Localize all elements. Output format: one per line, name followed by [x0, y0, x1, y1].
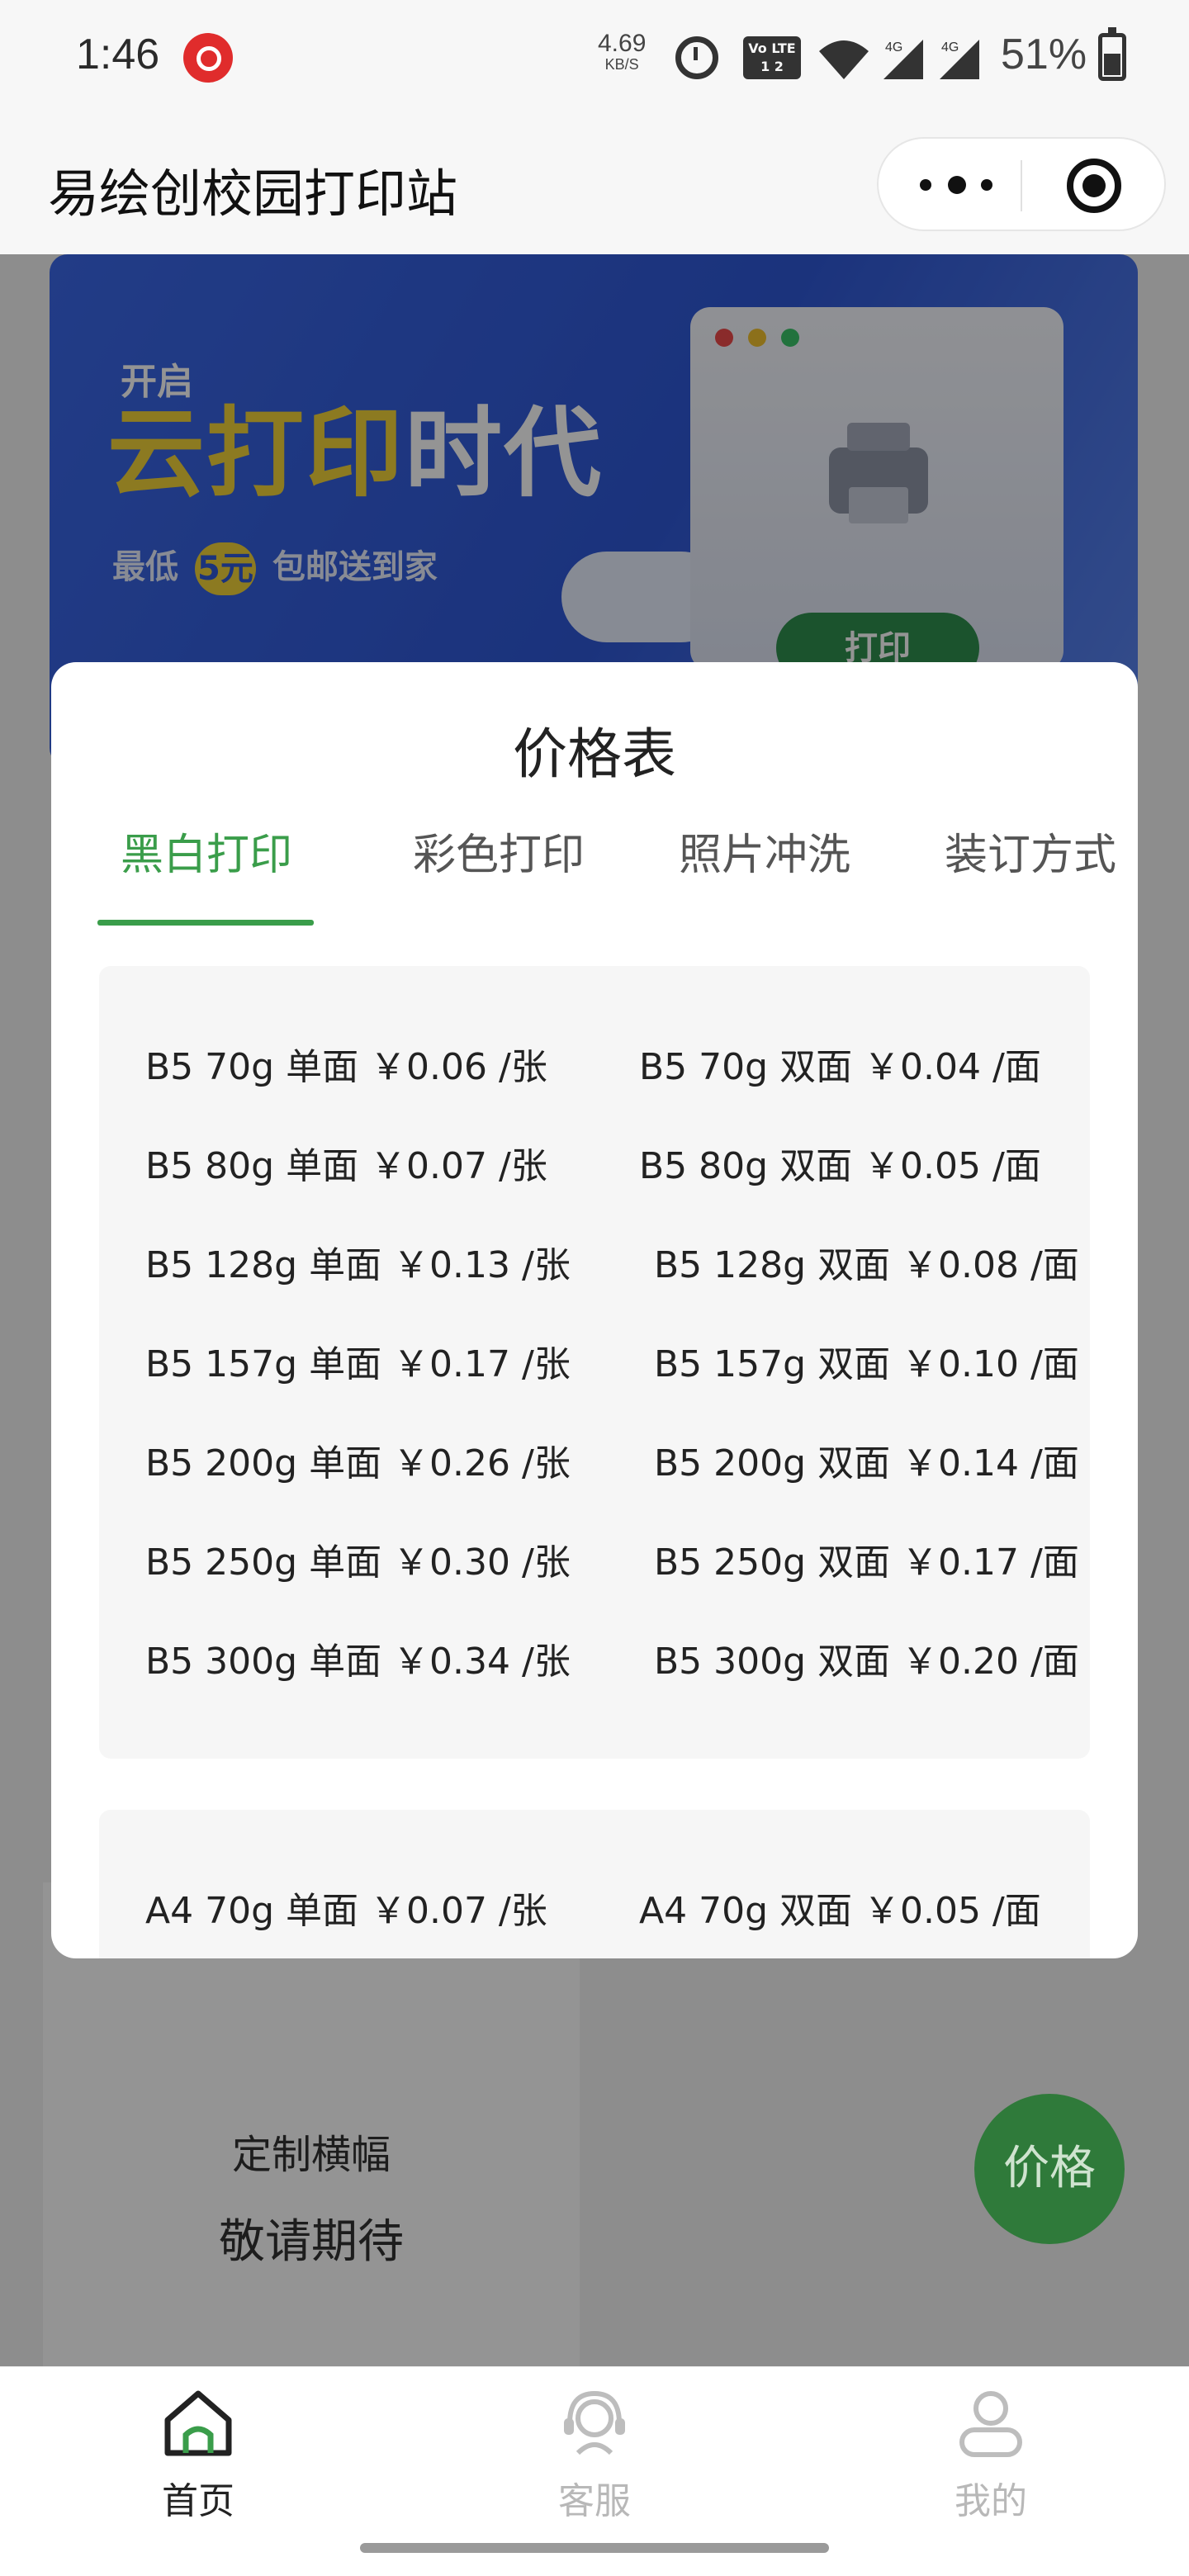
- modal-title: 价格表: [513, 722, 676, 786]
- signal-icon-2: 4G: [940, 40, 979, 79]
- price-single: B5 200g 单面 ￥0.26 /张: [145, 1442, 571, 1485]
- price-fab-button[interactable]: 价格: [974, 2094, 1125, 2244]
- capsule-divider: [1021, 160, 1022, 211]
- price-single: A4 70g 单面 ￥0.07 /张: [145, 1890, 547, 1932]
- battery-icon: [1098, 27, 1126, 81]
- signal-label-2: 4G: [941, 40, 959, 54]
- tab-bw-print[interactable]: 黑白打印: [97, 824, 315, 931]
- price-single: B5 157g 单面 ￥0.17 /张: [145, 1343, 571, 1385]
- tab-photo-print[interactable]: 照片冲洗: [641, 824, 888, 931]
- home-indicator[interactable]: [360, 2543, 829, 2553]
- price-row: A4 70g 单面 ￥0.07 /张 A4 70g 双面 ￥0.05 /面: [99, 1881, 1090, 1939]
- price-tabs: 黑白打印 彩色打印 照片冲洗 装订方式: [51, 824, 1138, 931]
- price-row: B5 70g 单面 ￥0.06 /张 B5 70g 双面 ￥0.04 /面: [99, 1037, 1090, 1095]
- tab-mine-label: 我的: [955, 2480, 1027, 2522]
- price-single: B5 70g 单面 ￥0.06 /张: [145, 1046, 547, 1088]
- home-icon: [164, 2390, 232, 2456]
- price-single: B5 80g 单面 ￥0.07 /张: [145, 1145, 547, 1187]
- price-single: B5 250g 单面 ￥0.30 /张: [145, 1541, 571, 1584]
- network-speed-value: 4.69: [598, 30, 647, 57]
- netease-music-icon: [183, 33, 233, 83]
- status-time: 1:46: [76, 31, 160, 78]
- tab-service-label: 客服: [558, 2480, 631, 2522]
- price-row: B5 200g 单面 ￥0.26 /张 B5 200g 双面 ￥0.14 /面: [99, 1433, 1090, 1491]
- price-double: B5 250g 双面 ￥0.17 /面: [654, 1541, 1079, 1584]
- miniprogram-capsule: [877, 137, 1166, 231]
- headset-icon: [564, 2390, 625, 2455]
- active-tab-underline: [97, 920, 314, 926]
- tab-mine[interactable]: 我的: [892, 2387, 1090, 2524]
- network-speed: 4.69 KB/S: [598, 31, 646, 73]
- price-double: B5 157g 双面 ￥0.10 /面: [654, 1343, 1079, 1385]
- more-icon[interactable]: [920, 168, 994, 201]
- price-double: B5 80g 双面 ￥0.05 /面: [639, 1145, 1041, 1187]
- price-double: B5 70g 双面 ￥0.04 /面: [639, 1046, 1041, 1088]
- alarm-icon: [675, 36, 718, 79]
- price-row: B5 250g 单面 ￥0.30 /张 B5 250g 双面 ￥0.17 /面: [99, 1532, 1090, 1590]
- tab-color-print[interactable]: 彩色打印: [375, 824, 623, 931]
- tab-home-label: 首页: [162, 2480, 234, 2522]
- tab-service[interactable]: 客服: [495, 2387, 694, 2524]
- price-row: B5 80g 单面 ￥0.07 /张 B5 80g 双面 ￥0.05 /面: [99, 1136, 1090, 1194]
- page-title: 易绘创校园打印站: [48, 163, 458, 224]
- volte-icon: Vo LTE 1 2: [743, 36, 801, 79]
- user-icon: [959, 2391, 1022, 2457]
- price-row: B5 157g 单面 ￥0.17 /张 B5 157g 双面 ￥0.10 /面: [99, 1334, 1090, 1392]
- tab-home[interactable]: 首页: [99, 2387, 297, 2524]
- signal-label-1: 4G: [885, 40, 902, 54]
- price-table-modal: 价格表 黑白打印 彩色打印 照片冲洗 装订方式 B5 70g 单面 ￥0.06 …: [51, 662, 1138, 1958]
- price-double: B5 128g 双面 ￥0.08 /面: [654, 1244, 1079, 1286]
- nav-bar: 易绘创校园打印站: [0, 116, 1189, 254]
- price-row: B5 300g 单面 ￥0.34 /张 B5 300g 双面 ￥0.20 /面: [99, 1631, 1090, 1689]
- a4-price-list: A4 70g 单面 ￥0.07 /张 A4 70g 双面 ￥0.05 /面: [99, 1810, 1090, 1958]
- status-bar: 1:46 4.69 KB/S Vo LTE 1 2 4G 4G 51%: [0, 0, 1189, 116]
- signal-icon: 4G: [883, 40, 923, 79]
- wifi-icon: [819, 40, 869, 79]
- price-single: B5 128g 单面 ￥0.13 /张: [145, 1244, 571, 1286]
- tab-binding[interactable]: 装订方式: [907, 824, 1138, 931]
- battery-percent: 51%: [1001, 31, 1087, 78]
- b5-price-list: B5 70g 单面 ￥0.06 /张 B5 70g 双面 ￥0.04 /面 B5…: [99, 966, 1090, 1759]
- price-row: B5 128g 单面 ￥0.13 /张 B5 128g 双面 ￥0.08 /面: [99, 1235, 1090, 1293]
- price-double: B5 300g 双面 ￥0.20 /面: [654, 1641, 1079, 1683]
- price-double: B5 200g 双面 ￥0.14 /面: [654, 1442, 1079, 1485]
- price-double: A4 70g 双面 ￥0.05 /面: [639, 1890, 1041, 1932]
- price-single: B5 300g 单面 ￥0.34 /张: [145, 1641, 571, 1683]
- network-speed-unit: KB/S: [604, 56, 639, 73]
- close-target-icon[interactable]: [1067, 159, 1121, 213]
